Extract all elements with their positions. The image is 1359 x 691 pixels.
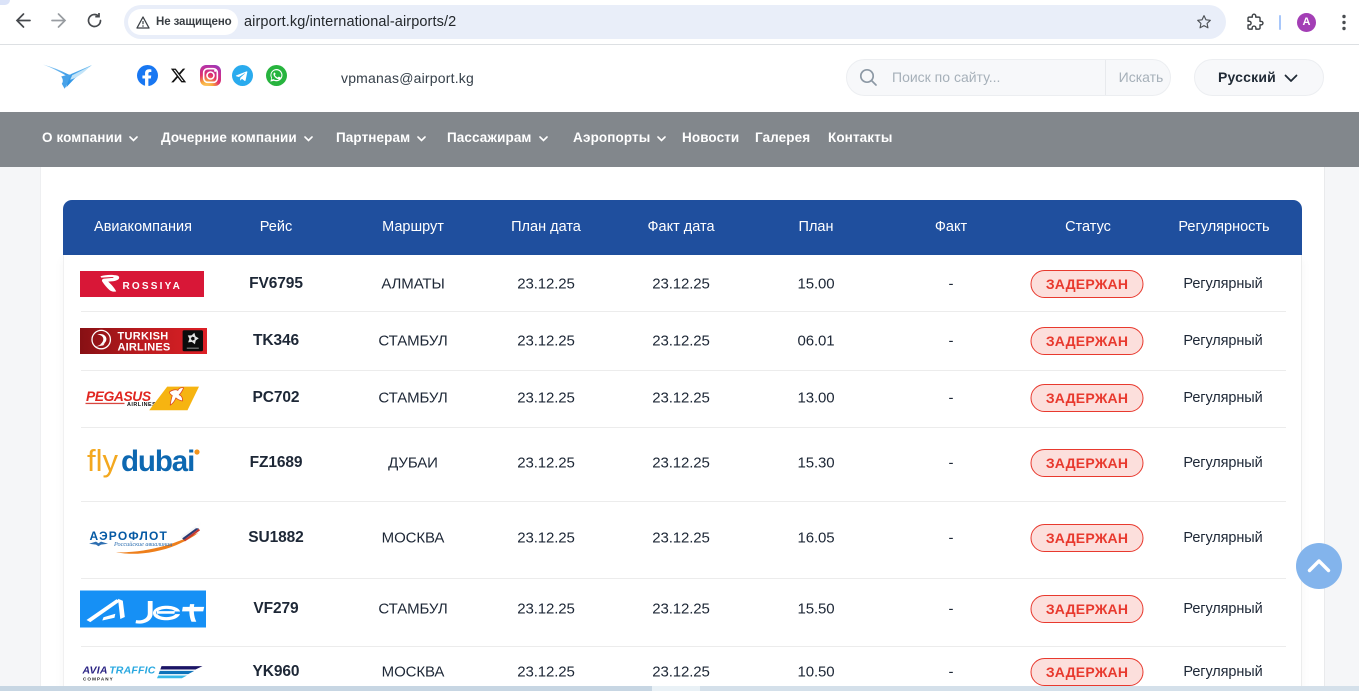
svg-text:ROSSIYA: ROSSIYA [123,281,183,292]
svg-text:AIRLINES: AIRLINES [118,342,171,354]
svg-text:COMPANY: COMPANY [83,676,114,681]
svg-text:fly: fly [87,443,119,478]
svg-text:dubai: dubai [121,445,194,478]
svg-text:AVIA: AVIA [82,665,108,677]
svg-text:Российские авиалинии: Российские авиалинии [113,541,172,548]
svg-text:TRAFFIC: TRAFFIC [109,665,156,677]
